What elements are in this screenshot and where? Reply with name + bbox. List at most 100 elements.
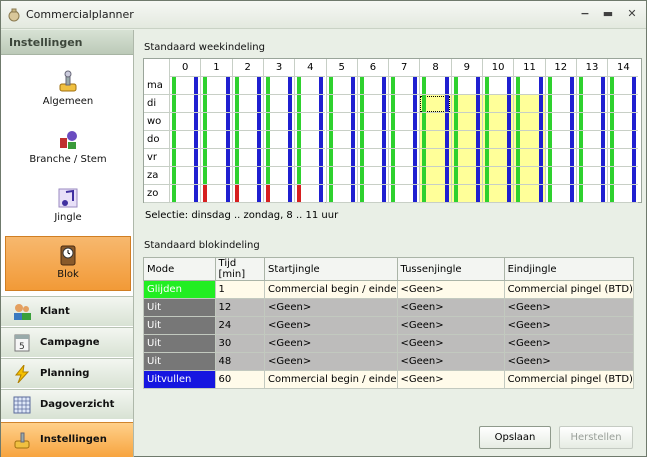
nav-planning[interactable]: Planning	[1, 358, 133, 388]
hour-cell[interactable]	[294, 185, 326, 203]
hour-cell[interactable]	[607, 167, 639, 185]
hour-cell[interactable]	[325, 167, 357, 185]
sidebar-item-jingle[interactable]: Jingle	[5, 180, 131, 235]
hour-cell[interactable]	[482, 167, 514, 185]
table-cell[interactable]: <Geen>	[264, 298, 398, 317]
day-label[interactable]: ma	[144, 77, 169, 95]
hour-cell[interactable]	[607, 131, 639, 149]
day-label[interactable]: do	[144, 131, 169, 149]
hour-cell[interactable]	[200, 185, 232, 203]
table-cell[interactable]: <Geen>	[396, 352, 505, 371]
save-button[interactable]: Opslaan	[479, 426, 551, 449]
hour-cell[interactable]	[575, 149, 608, 167]
table-cell[interactable]: 48	[214, 352, 266, 371]
maximize-button[interactable]: ▬	[600, 7, 616, 21]
hour-cell[interactable]	[450, 167, 482, 185]
hour-cell[interactable]	[513, 131, 545, 149]
hour-cell[interactable]	[388, 131, 420, 149]
hour-cell[interactable]	[169, 167, 201, 185]
hour-cell[interactable]	[200, 131, 232, 149]
hour-cell[interactable]	[544, 77, 576, 95]
table-cell[interactable]: 24	[214, 316, 266, 335]
hour-cell[interactable]	[262, 149, 295, 167]
table-row[interactable]: Uit 12 <Geen> <Geen> <Geen>	[143, 298, 635, 317]
hour-cell[interactable]	[450, 185, 482, 203]
hour-cell[interactable]	[169, 77, 201, 95]
hour-cell[interactable]	[544, 113, 576, 131]
table-cell[interactable]: <Geen>	[503, 352, 635, 371]
hour-cell[interactable]	[482, 77, 514, 95]
hour-cell[interactable]	[169, 95, 201, 113]
hour-cell[interactable]	[356, 131, 389, 149]
hour-cell[interactable]	[607, 95, 639, 113]
hour-cell[interactable]	[419, 113, 451, 131]
hour-cell[interactable]	[419, 131, 451, 149]
hour-cell[interactable]	[200, 113, 232, 131]
hour-cell[interactable]	[231, 131, 263, 149]
table-cell[interactable]: <Geen>	[264, 316, 398, 335]
hour-cell[interactable]	[325, 113, 357, 131]
hour-cell[interactable]	[325, 77, 357, 95]
hour-cell[interactable]	[544, 149, 576, 167]
hour-cell[interactable]	[169, 113, 201, 131]
hour-cell[interactable]	[231, 77, 263, 95]
mode-cell[interactable]: Glijden	[143, 280, 216, 299]
table-row[interactable]: Glijden 1 Commercial begin / einde <Geen> Co…	[143, 280, 635, 299]
hour-cell[interactable]	[544, 167, 576, 185]
hour-cell[interactable]	[388, 185, 420, 203]
hour-header[interactable]: 0	[169, 59, 201, 77]
hour-header[interactable]: 4	[294, 59, 326, 77]
hour-cell[interactable]	[513, 167, 545, 185]
hour-header[interactable]: 11	[513, 59, 545, 77]
hour-header[interactable]: 12	[544, 59, 576, 77]
hour-cell[interactable]	[200, 95, 232, 113]
hour-cell[interactable]	[262, 113, 295, 131]
hour-cell[interactable]	[419, 167, 451, 185]
hour-cell[interactable]	[231, 185, 263, 203]
restore-button[interactable]: Herstellen	[559, 426, 633, 449]
hour-cell[interactable]	[419, 185, 451, 203]
table-row[interactable]: Uit 48 <Geen> <Geen> <Geen>	[143, 352, 635, 371]
hour-cell[interactable]	[513, 77, 545, 95]
hour-cell[interactable]	[482, 185, 514, 203]
hour-cell[interactable]	[544, 95, 576, 113]
table-row[interactable]: Uitvullen 60 Commercial begin / einde <Geen…	[143, 370, 635, 389]
hour-cell[interactable]	[231, 113, 263, 131]
mode-cell[interactable]: Uit	[143, 334, 216, 353]
hour-header[interactable]: 1	[200, 59, 232, 77]
hour-cell[interactable]	[262, 95, 295, 113]
hour-cell[interactable]	[482, 95, 514, 113]
hour-cell[interactable]	[513, 185, 545, 203]
hour-cell[interactable]	[262, 167, 295, 185]
table-cell[interactable]: <Geen>	[503, 298, 635, 317]
hour-cell[interactable]	[325, 185, 357, 203]
column-header[interactable]: Tussenjingle	[396, 257, 505, 281]
table-cell[interactable]: Commercial begin / einde	[264, 370, 398, 389]
close-button[interactable]: ✕	[624, 7, 640, 21]
hour-cell[interactable]	[169, 131, 201, 149]
hour-cell[interactable]	[356, 77, 389, 95]
hour-cell[interactable]	[262, 77, 295, 95]
hour-cell[interactable]	[450, 149, 482, 167]
hour-cell[interactable]	[231, 167, 263, 185]
column-header[interactable]: Tijd [min]	[214, 257, 266, 281]
table-cell[interactable]: Commercial begin / einde	[264, 280, 398, 299]
table-cell[interactable]: <Geen>	[264, 352, 398, 371]
hour-cell[interactable]	[356, 95, 389, 113]
nav-dagoverzicht[interactable]: Dagoverzicht	[1, 389, 133, 419]
table-cell[interactable]: <Geen>	[396, 280, 505, 299]
mode-cell[interactable]: Uit	[143, 352, 216, 371]
table-cell[interactable]: 30	[214, 334, 266, 353]
hour-cell[interactable]	[482, 149, 514, 167]
hour-cell[interactable]	[388, 149, 420, 167]
hour-header[interactable]: 14	[607, 59, 639, 77]
hour-cell[interactable]	[575, 95, 608, 113]
hour-cell[interactable]	[200, 149, 232, 167]
column-header[interactable]: Startjingle	[264, 257, 398, 281]
hour-cell[interactable]	[419, 77, 451, 95]
hour-cell[interactable]	[450, 131, 482, 149]
hour-header[interactable]: 3	[262, 59, 295, 77]
hour-cell[interactable]	[419, 95, 451, 113]
hour-header[interactable]: 13	[575, 59, 608, 77]
hour-cell[interactable]	[356, 113, 389, 131]
